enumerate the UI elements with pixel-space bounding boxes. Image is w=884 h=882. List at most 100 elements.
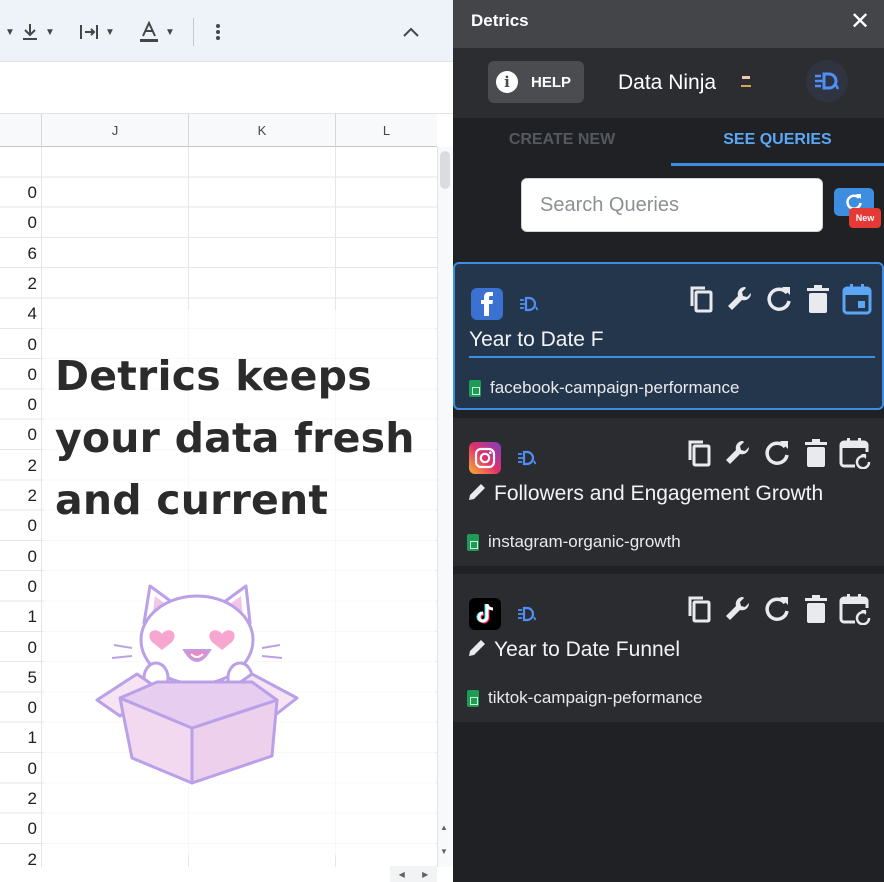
- column-headers: J K L: [0, 114, 437, 147]
- query-title[interactable]: Year to Date Funnel: [467, 638, 680, 662]
- instagram-icon: [469, 442, 501, 474]
- detrics-mini-logo-icon: [518, 606, 537, 622]
- vertical-scrollbar[interactable]: ▲ ▼: [437, 147, 453, 867]
- more-options-button[interactable]: [214, 18, 222, 46]
- column-header-k[interactable]: K: [188, 114, 335, 147]
- query-sheet-name: facebook-campaign-performance: [490, 378, 740, 397]
- toolbar-caret-button[interactable]: ▼: [0, 18, 15, 46]
- query-card-instagram[interactable]: Followers and Engagement Growth instagra…: [453, 418, 884, 566]
- text-color-button[interactable]: ▼: [138, 18, 175, 46]
- query-actions: [685, 282, 873, 316]
- collapse-toolbar-button[interactable]: [402, 18, 420, 46]
- sheets-toolbar: ▼ ▼ ▼ ▼: [0, 0, 453, 62]
- cell-value[interactable]: 0: [0, 547, 37, 567]
- cell-value[interactable]: 2: [0, 456, 37, 476]
- wrench-icon[interactable]: [722, 592, 754, 626]
- cell-value[interactable]: 6: [0, 244, 37, 264]
- sidebar-header: Detrics ✕: [453, 0, 884, 48]
- cell-value[interactable]: 0: [0, 395, 37, 415]
- sheet-icon: [467, 689, 479, 707]
- chevron-up-icon: [403, 27, 419, 37]
- sidebar-title: Detrics: [471, 11, 529, 30]
- cell-value[interactable]: 0: [0, 759, 37, 779]
- cell-value[interactable]: 2: [0, 789, 37, 809]
- query-sheet-link[interactable]: tiktok-campaign-peformance: [467, 688, 702, 708]
- copy-icon[interactable]: [683, 436, 715, 470]
- cell-value[interactable]: 0: [0, 183, 37, 203]
- cell-value[interactable]: 0: [0, 335, 37, 355]
- query-card-tiktok[interactable]: Year to Date Funnel tiktok-campaign-pefo…: [453, 574, 884, 722]
- sheet-icon: [469, 379, 481, 397]
- scroll-right-arrow[interactable]: ▶: [422, 870, 428, 879]
- tab-see-queries[interactable]: SEE QUERIES: [671, 118, 884, 166]
- cell-value[interactable]: 4: [0, 304, 37, 324]
- query-sheet-link[interactable]: facebook-campaign-performance: [469, 378, 739, 398]
- cell-value[interactable]: 2: [0, 850, 37, 870]
- help-button[interactable]: i HELP: [488, 61, 584, 103]
- search-queries-input[interactable]: Search Queries: [521, 178, 823, 232]
- delete-icon[interactable]: [802, 282, 834, 316]
- more-vert-icon: [216, 24, 220, 40]
- new-badge: New: [849, 208, 881, 228]
- pencil-icon: [469, 640, 485, 656]
- ninja-emoji-icon: [741, 73, 751, 92]
- facebook-icon: [471, 288, 503, 320]
- delete-icon[interactable]: [800, 592, 832, 626]
- title-input-underline: [469, 356, 875, 358]
- user-bar: i HELP Data Ninja: [453, 48, 884, 118]
- scroll-left-arrow[interactable]: ◀: [399, 870, 405, 879]
- scroll-down-arrow[interactable]: ▼: [440, 847, 448, 856]
- scroll-thumb[interactable]: [440, 151, 450, 189]
- query-actions: [683, 592, 871, 626]
- column-header-j[interactable]: J: [41, 114, 188, 147]
- refresh-query-icon[interactable]: [761, 436, 793, 470]
- query-title-text: Followers and Engagement Growth: [494, 482, 824, 505]
- cell-value[interactable]: 0: [0, 425, 37, 445]
- cell-value[interactable]: 1: [0, 728, 37, 748]
- scroll-up-arrow[interactable]: ▲: [440, 823, 448, 832]
- text-wrap-icon: [80, 25, 98, 39]
- wrench-icon[interactable]: [722, 436, 754, 470]
- cell-value[interactable]: 0: [0, 213, 37, 233]
- cell-value[interactable]: 0: [0, 577, 37, 597]
- query-title[interactable]: Followers and Engagement Growth: [467, 482, 823, 506]
- query-title-input[interactable]: Year to Date F: [469, 328, 604, 352]
- formula-bar[interactable]: [0, 62, 453, 114]
- schedule-history-icon[interactable]: [839, 592, 871, 626]
- detrics-mini-logo-icon: [518, 450, 537, 466]
- horizontal-scrollbar[interactable]: ◀ ▶: [390, 866, 437, 882]
- query-actions: [683, 436, 871, 470]
- cell-value[interactable]: 0: [0, 819, 37, 839]
- cell-value[interactable]: 2: [0, 274, 37, 294]
- schedule-history-icon[interactable]: [839, 436, 871, 470]
- refresh-query-icon[interactable]: [763, 282, 795, 316]
- detrics-logo[interactable]: [806, 60, 848, 102]
- cell-value[interactable]: 5: [0, 668, 37, 688]
- wrench-icon[interactable]: [724, 282, 756, 316]
- query-title-text: Year to Date Funnel: [494, 638, 681, 661]
- headline-line-3: and current: [55, 476, 329, 524]
- query-sheet-link[interactable]: instagram-organic-growth: [467, 532, 681, 552]
- download-button[interactable]: ▼: [20, 18, 55, 46]
- cell-value[interactable]: 1: [0, 607, 37, 627]
- delete-icon[interactable]: [800, 436, 832, 470]
- copy-icon[interactable]: [683, 592, 715, 626]
- close-icon[interactable]: ✕: [846, 8, 874, 36]
- tab-create-new[interactable]: CREATE NEW: [453, 118, 671, 166]
- cell-value[interactable]: 0: [0, 638, 37, 658]
- copy-icon[interactable]: [685, 282, 717, 316]
- cell-value[interactable]: 0: [0, 516, 37, 536]
- cell-value[interactable]: 2: [0, 486, 37, 506]
- cell-value[interactable]: 0: [0, 365, 37, 385]
- detrics-logo-icon: [815, 72, 840, 90]
- query-card-facebook[interactable]: Year to Date F facebook-campaign-perform…: [453, 262, 884, 410]
- refresh-query-icon[interactable]: [761, 592, 793, 626]
- user-name: Data Ninja: [618, 71, 717, 94]
- schedule-icon[interactable]: [841, 282, 873, 316]
- pencil-icon: [469, 484, 485, 500]
- text-wrap-button[interactable]: ▼: [78, 18, 115, 46]
- headline-line-2: your data fresh: [55, 414, 415, 462]
- column-header-l[interactable]: L: [335, 114, 437, 147]
- promo-headline: Detrics keeps your data fresh and curren…: [55, 345, 435, 531]
- cell-value[interactable]: 0: [0, 698, 37, 718]
